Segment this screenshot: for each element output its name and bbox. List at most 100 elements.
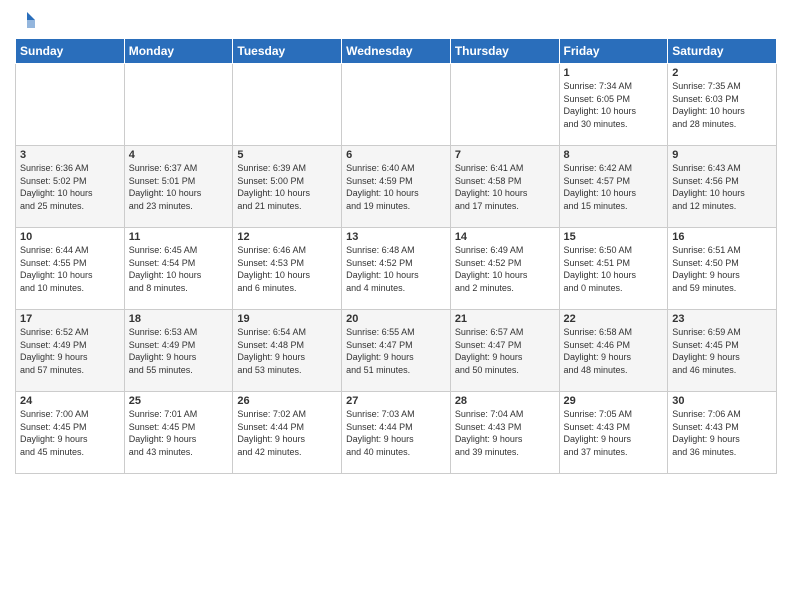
day-number: 4 xyxy=(129,149,229,161)
calendar-cell: 4Sunrise: 6:37 AM Sunset: 5:01 PM Daylig… xyxy=(124,146,233,228)
day-number: 26 xyxy=(237,395,337,407)
day-info: Sunrise: 6:36 AM Sunset: 5:02 PM Dayligh… xyxy=(20,162,120,212)
day-info: Sunrise: 7:34 AM Sunset: 6:05 PM Dayligh… xyxy=(564,80,664,130)
calendar-cell: 16Sunrise: 6:51 AM Sunset: 4:50 PM Dayli… xyxy=(668,228,777,310)
day-number: 18 xyxy=(129,313,229,325)
calendar-cell: 12Sunrise: 6:46 AM Sunset: 4:53 PM Dayli… xyxy=(233,228,342,310)
calendar-cell: 11Sunrise: 6:45 AM Sunset: 4:54 PM Dayli… xyxy=(124,228,233,310)
calendar-cell: 7Sunrise: 6:41 AM Sunset: 4:58 PM Daylig… xyxy=(450,146,559,228)
calendar-cell: 18Sunrise: 6:53 AM Sunset: 4:49 PM Dayli… xyxy=(124,310,233,392)
calendar-cell: 10Sunrise: 6:44 AM Sunset: 4:55 PM Dayli… xyxy=(16,228,125,310)
day-number: 7 xyxy=(455,149,555,161)
calendar-cell: 8Sunrise: 6:42 AM Sunset: 4:57 PM Daylig… xyxy=(559,146,668,228)
weekday-header-wednesday: Wednesday xyxy=(342,39,451,64)
calendar-cell: 13Sunrise: 6:48 AM Sunset: 4:52 PM Dayli… xyxy=(342,228,451,310)
weekday-header-thursday: Thursday xyxy=(450,39,559,64)
day-info: Sunrise: 7:35 AM Sunset: 6:03 PM Dayligh… xyxy=(672,80,772,130)
calendar-cell: 9Sunrise: 6:43 AM Sunset: 4:56 PM Daylig… xyxy=(668,146,777,228)
day-number: 28 xyxy=(455,395,555,407)
day-info: Sunrise: 6:42 AM Sunset: 4:57 PM Dayligh… xyxy=(564,162,664,212)
day-number: 16 xyxy=(672,231,772,243)
calendar-cell: 14Sunrise: 6:49 AM Sunset: 4:52 PM Dayli… xyxy=(450,228,559,310)
day-info: Sunrise: 6:51 AM Sunset: 4:50 PM Dayligh… xyxy=(672,244,772,294)
day-info: Sunrise: 7:02 AM Sunset: 4:44 PM Dayligh… xyxy=(237,408,337,458)
weekday-header-tuesday: Tuesday xyxy=(233,39,342,64)
day-number: 5 xyxy=(237,149,337,161)
calendar-cell xyxy=(124,64,233,146)
day-number: 11 xyxy=(129,231,229,243)
logo xyxy=(15,10,37,30)
calendar-cell: 2Sunrise: 7:35 AM Sunset: 6:03 PM Daylig… xyxy=(668,64,777,146)
calendar-cell: 22Sunrise: 6:58 AM Sunset: 4:46 PM Dayli… xyxy=(559,310,668,392)
day-number: 23 xyxy=(672,313,772,325)
calendar-cell: 15Sunrise: 6:50 AM Sunset: 4:51 PM Dayli… xyxy=(559,228,668,310)
day-info: Sunrise: 6:55 AM Sunset: 4:47 PM Dayligh… xyxy=(346,326,446,376)
day-info: Sunrise: 6:54 AM Sunset: 4:48 PM Dayligh… xyxy=(237,326,337,376)
calendar-cell: 5Sunrise: 6:39 AM Sunset: 5:00 PM Daylig… xyxy=(233,146,342,228)
day-info: Sunrise: 6:41 AM Sunset: 4:58 PM Dayligh… xyxy=(455,162,555,212)
day-info: Sunrise: 6:43 AM Sunset: 4:56 PM Dayligh… xyxy=(672,162,772,212)
day-info: Sunrise: 6:46 AM Sunset: 4:53 PM Dayligh… xyxy=(237,244,337,294)
day-number: 20 xyxy=(346,313,446,325)
calendar-cell xyxy=(342,64,451,146)
calendar-cell xyxy=(450,64,559,146)
day-info: Sunrise: 7:01 AM Sunset: 4:45 PM Dayligh… xyxy=(129,408,229,458)
day-info: Sunrise: 6:49 AM Sunset: 4:52 PM Dayligh… xyxy=(455,244,555,294)
day-info: Sunrise: 6:53 AM Sunset: 4:49 PM Dayligh… xyxy=(129,326,229,376)
day-number: 29 xyxy=(564,395,664,407)
weekday-header-sunday: Sunday xyxy=(16,39,125,64)
day-number: 30 xyxy=(672,395,772,407)
calendar-week-row: 3Sunrise: 6:36 AM Sunset: 5:02 PM Daylig… xyxy=(16,146,777,228)
day-info: Sunrise: 7:00 AM Sunset: 4:45 PM Dayligh… xyxy=(20,408,120,458)
day-number: 1 xyxy=(564,67,664,79)
day-info: Sunrise: 6:45 AM Sunset: 4:54 PM Dayligh… xyxy=(129,244,229,294)
day-info: Sunrise: 7:04 AM Sunset: 4:43 PM Dayligh… xyxy=(455,408,555,458)
day-number: 9 xyxy=(672,149,772,161)
day-number: 19 xyxy=(237,313,337,325)
header xyxy=(15,10,777,30)
weekday-header-saturday: Saturday xyxy=(668,39,777,64)
day-number: 12 xyxy=(237,231,337,243)
day-number: 27 xyxy=(346,395,446,407)
calendar-cell: 1Sunrise: 7:34 AM Sunset: 6:05 PM Daylig… xyxy=(559,64,668,146)
day-info: Sunrise: 6:57 AM Sunset: 4:47 PM Dayligh… xyxy=(455,326,555,376)
day-number: 22 xyxy=(564,313,664,325)
day-number: 2 xyxy=(672,67,772,79)
day-info: Sunrise: 6:50 AM Sunset: 4:51 PM Dayligh… xyxy=(564,244,664,294)
page-container: SundayMondayTuesdayWednesdayThursdayFrid… xyxy=(0,0,792,484)
weekday-header-friday: Friday xyxy=(559,39,668,64)
calendar-cell: 28Sunrise: 7:04 AM Sunset: 4:43 PM Dayli… xyxy=(450,392,559,474)
calendar-cell xyxy=(16,64,125,146)
day-info: Sunrise: 7:03 AM Sunset: 4:44 PM Dayligh… xyxy=(346,408,446,458)
day-info: Sunrise: 7:05 AM Sunset: 4:43 PM Dayligh… xyxy=(564,408,664,458)
calendar-week-row: 10Sunrise: 6:44 AM Sunset: 4:55 PM Dayli… xyxy=(16,228,777,310)
calendar-cell: 25Sunrise: 7:01 AM Sunset: 4:45 PM Dayli… xyxy=(124,392,233,474)
calendar-cell: 21Sunrise: 6:57 AM Sunset: 4:47 PM Dayli… xyxy=(450,310,559,392)
calendar-table: SundayMondayTuesdayWednesdayThursdayFrid… xyxy=(15,38,777,474)
day-number: 15 xyxy=(564,231,664,243)
day-number: 13 xyxy=(346,231,446,243)
day-info: Sunrise: 6:37 AM Sunset: 5:01 PM Dayligh… xyxy=(129,162,229,212)
calendar-week-row: 24Sunrise: 7:00 AM Sunset: 4:45 PM Dayli… xyxy=(16,392,777,474)
calendar-cell: 26Sunrise: 7:02 AM Sunset: 4:44 PM Dayli… xyxy=(233,392,342,474)
calendar-cell xyxy=(233,64,342,146)
calendar-week-row: 1Sunrise: 7:34 AM Sunset: 6:05 PM Daylig… xyxy=(16,64,777,146)
day-info: Sunrise: 6:39 AM Sunset: 5:00 PM Dayligh… xyxy=(237,162,337,212)
calendar-cell: 6Sunrise: 6:40 AM Sunset: 4:59 PM Daylig… xyxy=(342,146,451,228)
calendar-cell: 3Sunrise: 6:36 AM Sunset: 5:02 PM Daylig… xyxy=(16,146,125,228)
calendar-cell: 20Sunrise: 6:55 AM Sunset: 4:47 PM Dayli… xyxy=(342,310,451,392)
day-info: Sunrise: 7:06 AM Sunset: 4:43 PM Dayligh… xyxy=(672,408,772,458)
calendar-cell: 19Sunrise: 6:54 AM Sunset: 4:48 PM Dayli… xyxy=(233,310,342,392)
day-info: Sunrise: 6:58 AM Sunset: 4:46 PM Dayligh… xyxy=(564,326,664,376)
weekday-header-monday: Monday xyxy=(124,39,233,64)
calendar-cell: 29Sunrise: 7:05 AM Sunset: 4:43 PM Dayli… xyxy=(559,392,668,474)
calendar-cell: 27Sunrise: 7:03 AM Sunset: 4:44 PM Dayli… xyxy=(342,392,451,474)
day-number: 25 xyxy=(129,395,229,407)
calendar-cell: 30Sunrise: 7:06 AM Sunset: 4:43 PM Dayli… xyxy=(668,392,777,474)
day-info: Sunrise: 6:44 AM Sunset: 4:55 PM Dayligh… xyxy=(20,244,120,294)
day-number: 21 xyxy=(455,313,555,325)
calendar-cell: 23Sunrise: 6:59 AM Sunset: 4:45 PM Dayli… xyxy=(668,310,777,392)
day-number: 24 xyxy=(20,395,120,407)
day-info: Sunrise: 6:52 AM Sunset: 4:49 PM Dayligh… xyxy=(20,326,120,376)
day-number: 17 xyxy=(20,313,120,325)
